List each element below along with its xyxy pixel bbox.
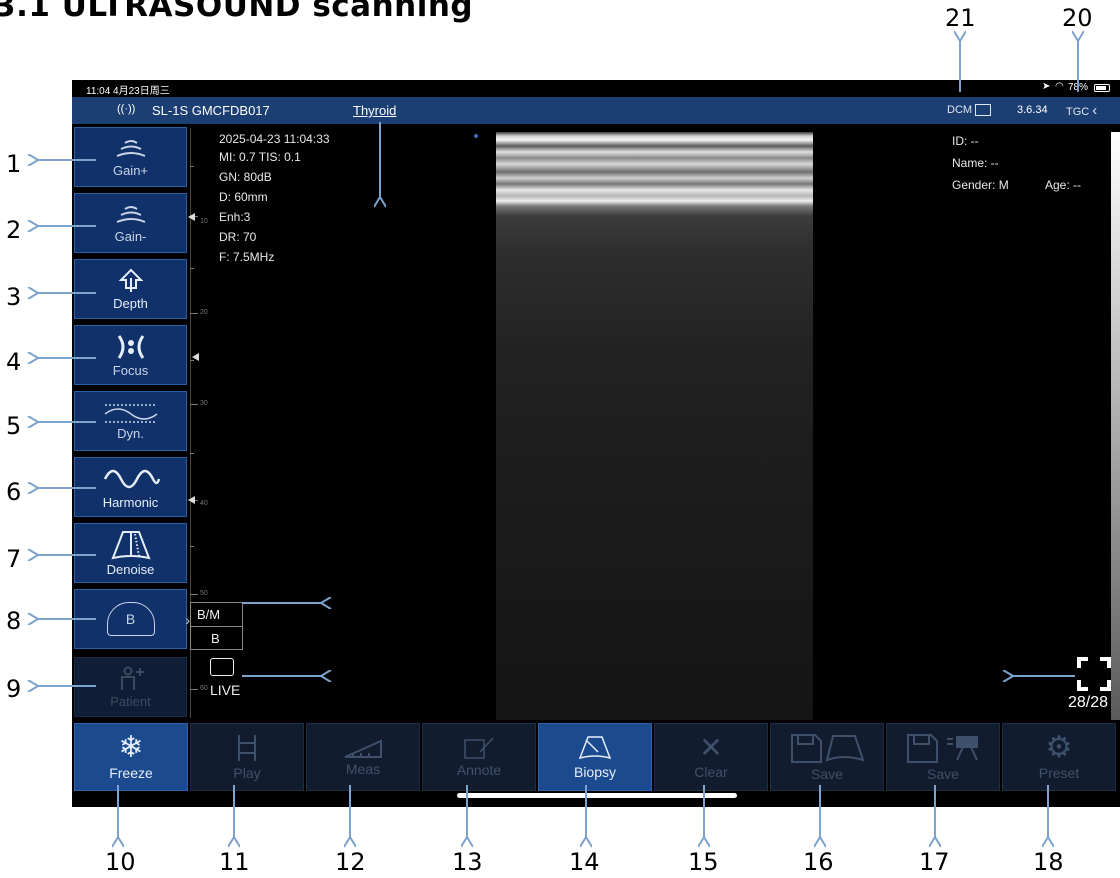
annotation-arrows bbox=[0, 0, 1120, 878]
